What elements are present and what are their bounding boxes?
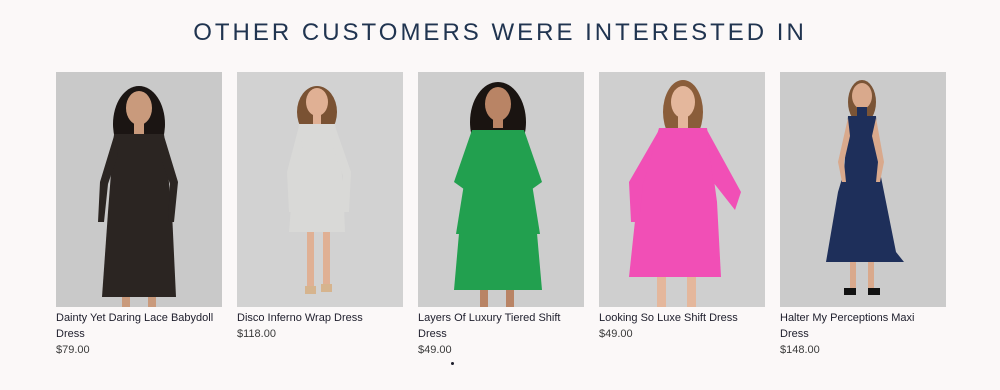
- carousel-dot-active[interactable]: [451, 362, 454, 365]
- carousel-pagination: [451, 362, 454, 365]
- product-carousel: Dainty Yet Daring Lace Babydoll Dress $7…: [56, 72, 946, 358]
- product-image[interactable]: [237, 72, 403, 307]
- product-photo: [418, 72, 584, 307]
- product-card[interactable]: Disco Inferno Wrap Dress $118.00: [237, 72, 403, 358]
- product-name[interactable]: Halter My Perceptions Maxi Dress: [780, 310, 946, 342]
- product-price: $118.00: [237, 328, 276, 340]
- product-card[interactable]: Layers Of Luxury Tiered Shift Dress $49.…: [418, 72, 584, 358]
- product-image[interactable]: [418, 72, 584, 307]
- product-image[interactable]: [780, 72, 946, 307]
- section-title: OTHER CUSTOMERS WERE INTERESTED IN: [193, 19, 807, 46]
- product-photo: [599, 72, 765, 307]
- product-price: $49.00: [599, 328, 633, 340]
- product-card[interactable]: Dainty Yet Daring Lace Babydoll Dress $7…: [56, 72, 222, 358]
- product-image[interactable]: [56, 72, 222, 307]
- product-photo: [780, 72, 946, 307]
- product-photo: [56, 72, 222, 307]
- product-image[interactable]: [599, 72, 765, 307]
- product-photo: [237, 72, 403, 307]
- product-name[interactable]: Dainty Yet Daring Lace Babydoll Dress: [56, 310, 222, 342]
- product-price: $148.00: [780, 344, 820, 356]
- product-card[interactable]: Looking So Luxe Shift Dress $49.00: [599, 72, 765, 358]
- product-price: $49.00: [418, 344, 452, 356]
- product-name[interactable]: Layers Of Luxury Tiered Shift Dress: [418, 310, 584, 342]
- product-card[interactable]: Halter My Perceptions Maxi Dress $148.00: [780, 72, 946, 358]
- product-name[interactable]: Looking So Luxe Shift Dress: [599, 310, 765, 326]
- product-name[interactable]: Disco Inferno Wrap Dress: [237, 310, 403, 326]
- product-price: $79.00: [56, 344, 90, 356]
